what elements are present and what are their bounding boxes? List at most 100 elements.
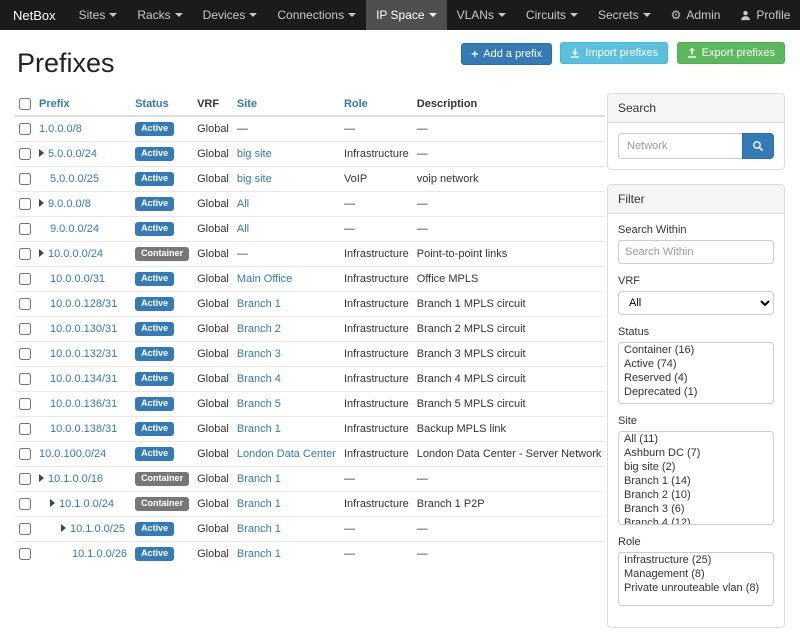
- site-link[interactable]: Branch 1: [237, 498, 281, 510]
- status-option[interactable]: Container (16): [619, 343, 773, 357]
- nav-item-racks[interactable]: Racks: [127, 0, 192, 30]
- role-option[interactable]: Infrastructure (25): [619, 553, 773, 567]
- site-link[interactable]: Branch 1: [237, 423, 281, 435]
- prefix-link[interactable]: 10.0.0.130/31: [50, 323, 117, 335]
- site-link[interactable]: Branch 5: [237, 398, 281, 410]
- site-link[interactable]: Branch 1: [237, 548, 281, 560]
- role-option[interactable]: Management (8): [619, 567, 773, 581]
- site-cell: Branch 1: [233, 467, 340, 492]
- row-checkbox[interactable]: [19, 473, 31, 485]
- prefix-link[interactable]: 10.0.0.138/31: [50, 423, 117, 435]
- row-checkbox[interactable]: [19, 398, 31, 410]
- column-header-role[interactable]: Role: [340, 93, 413, 116]
- row-checkbox[interactable]: [19, 298, 31, 310]
- column-header-status[interactable]: Status: [131, 93, 193, 116]
- status-option[interactable]: Active (74): [619, 357, 773, 371]
- navbar: NetBox SitesRacksDevicesConnectionsIP Sp…: [0, 0, 800, 30]
- prefix-link[interactable]: 9.0.0.0/24: [50, 223, 99, 235]
- prefix-link[interactable]: 10.1.0.0/24: [59, 498, 114, 510]
- search-within-input[interactable]: [618, 240, 774, 264]
- row-checkbox[interactable]: [19, 448, 31, 460]
- site-option[interactable]: Branch 4 (12): [619, 516, 773, 525]
- row-checkbox[interactable]: [19, 523, 31, 535]
- site-option[interactable]: big site (2): [619, 460, 773, 474]
- add-prefix-button[interactable]: + Add a prefix: [461, 43, 552, 65]
- row-checkbox[interactable]: [19, 273, 31, 285]
- search-button[interactable]: [742, 133, 774, 159]
- nav-item-circuits[interactable]: Circuits: [516, 0, 588, 30]
- prefix-link[interactable]: 10.1.0.0/16: [48, 473, 103, 485]
- table-header-row: PrefixStatusVRFSiteRoleDescription: [15, 93, 605, 116]
- export-prefixes-button[interactable]: Export prefixes: [677, 42, 785, 64]
- site-link[interactable]: All: [237, 198, 249, 210]
- nav-item-admin[interactable]: ⚙ Admin: [661, 0, 731, 30]
- site-link[interactable]: All: [237, 223, 249, 235]
- site-cell: All: [233, 217, 340, 242]
- row-checkbox[interactable]: [19, 423, 31, 435]
- column-header-prefix[interactable]: Prefix: [35, 93, 131, 116]
- row-checkbox[interactable]: [19, 248, 31, 260]
- prefix-link[interactable]: 10.1.0.0/25: [70, 523, 125, 535]
- prefix-link[interactable]: 5.0.0.0/24: [48, 148, 97, 160]
- status-badge: Active: [135, 397, 174, 411]
- site-link[interactable]: London Data Center: [237, 448, 336, 460]
- prefix-link[interactable]: 1.0.0.0/8: [39, 123, 82, 135]
- status-option[interactable]: Deprecated (1): [619, 385, 773, 399]
- site-link[interactable]: Branch 4: [237, 373, 281, 385]
- row-checkbox[interactable]: [19, 323, 31, 335]
- nav-item-connections[interactable]: Connections: [267, 0, 366, 30]
- search-input[interactable]: [618, 133, 742, 159]
- app-brand[interactable]: NetBox: [0, 0, 69, 30]
- site-link[interactable]: big site: [237, 173, 272, 185]
- filter-panel-title: Filter: [608, 185, 784, 214]
- nav-item-vlans[interactable]: VLANs: [447, 0, 516, 30]
- prefix-link[interactable]: 10.0.0.134/31: [50, 373, 117, 385]
- site-link[interactable]: Main Office: [237, 273, 292, 285]
- status-option[interactable]: Reserved (4): [619, 371, 773, 385]
- row-checkbox[interactable]: [19, 348, 31, 360]
- site-option[interactable]: Branch 3 (6): [619, 502, 773, 516]
- row-checkbox[interactable]: [19, 548, 31, 560]
- prefix-link[interactable]: 10.0.0.0/24: [48, 248, 103, 260]
- site-link[interactable]: Branch 1: [237, 298, 281, 310]
- prefix-link[interactable]: 10.1.0.0/26: [72, 548, 127, 560]
- site-link[interactable]: Branch 1: [237, 473, 281, 485]
- site-option[interactable]: Ashburn DC (7): [619, 446, 773, 460]
- site-option[interactable]: Branch 1 (14): [619, 474, 773, 488]
- prefix-link[interactable]: 10.0.0.0/31: [50, 273, 105, 285]
- site-link[interactable]: Branch 1: [237, 523, 281, 535]
- site-option[interactable]: Branch 2 (10): [619, 488, 773, 502]
- row-checkbox[interactable]: [19, 123, 31, 135]
- status-listbox[interactable]: Container (16)Active (74)Reserved (4)Dep…: [618, 342, 774, 404]
- prefix-link[interactable]: 10.0.0.128/31: [50, 298, 117, 310]
- row-checkbox[interactable]: [19, 148, 31, 160]
- row-checkbox[interactable]: [19, 373, 31, 385]
- vrf-select[interactable]: All: [618, 291, 774, 315]
- vrf-cell: Global: [193, 517, 233, 542]
- prefix-link[interactable]: 10.0.100.0/24: [39, 448, 106, 460]
- prefix-link[interactable]: 10.0.0.132/31: [50, 348, 117, 360]
- site-option[interactable]: All (11): [619, 432, 773, 446]
- nav-item-devices[interactable]: Devices: [193, 0, 268, 30]
- prefix-link[interactable]: 5.0.0.0/25: [50, 173, 99, 185]
- row-checkbox[interactable]: [19, 198, 31, 210]
- nav-item-label: Circuits: [526, 8, 566, 22]
- nav-item-sites[interactable]: Sites: [69, 0, 128, 30]
- prefix-link[interactable]: 9.0.0.0/8: [48, 198, 91, 210]
- site-link[interactable]: Branch 3: [237, 348, 281, 360]
- site-link[interactable]: big site: [237, 148, 272, 160]
- site-link[interactable]: Branch 2: [237, 323, 281, 335]
- column-header-site[interactable]: Site: [233, 93, 340, 116]
- select-all-checkbox[interactable]: [19, 98, 31, 110]
- import-prefixes-button[interactable]: Import prefixes: [560, 42, 668, 64]
- prefix-link[interactable]: 10.0.0.136/31: [50, 398, 117, 410]
- row-checkbox[interactable]: [19, 223, 31, 235]
- role-listbox[interactable]: Infrastructure (25)Management (8)Private…: [618, 552, 774, 606]
- nav-item-ip-space[interactable]: IP Space: [366, 0, 446, 30]
- expand-caret-icon: [39, 149, 44, 157]
- role-option[interactable]: Private unrouteable vlan (8): [619, 581, 773, 595]
- row-checkbox[interactable]: [19, 498, 31, 510]
- nav-item-profile[interactable]: Profile: [730, 0, 800, 30]
- nav-item-secrets[interactable]: Secrets: [588, 0, 661, 30]
- row-checkbox[interactable]: [19, 173, 31, 185]
